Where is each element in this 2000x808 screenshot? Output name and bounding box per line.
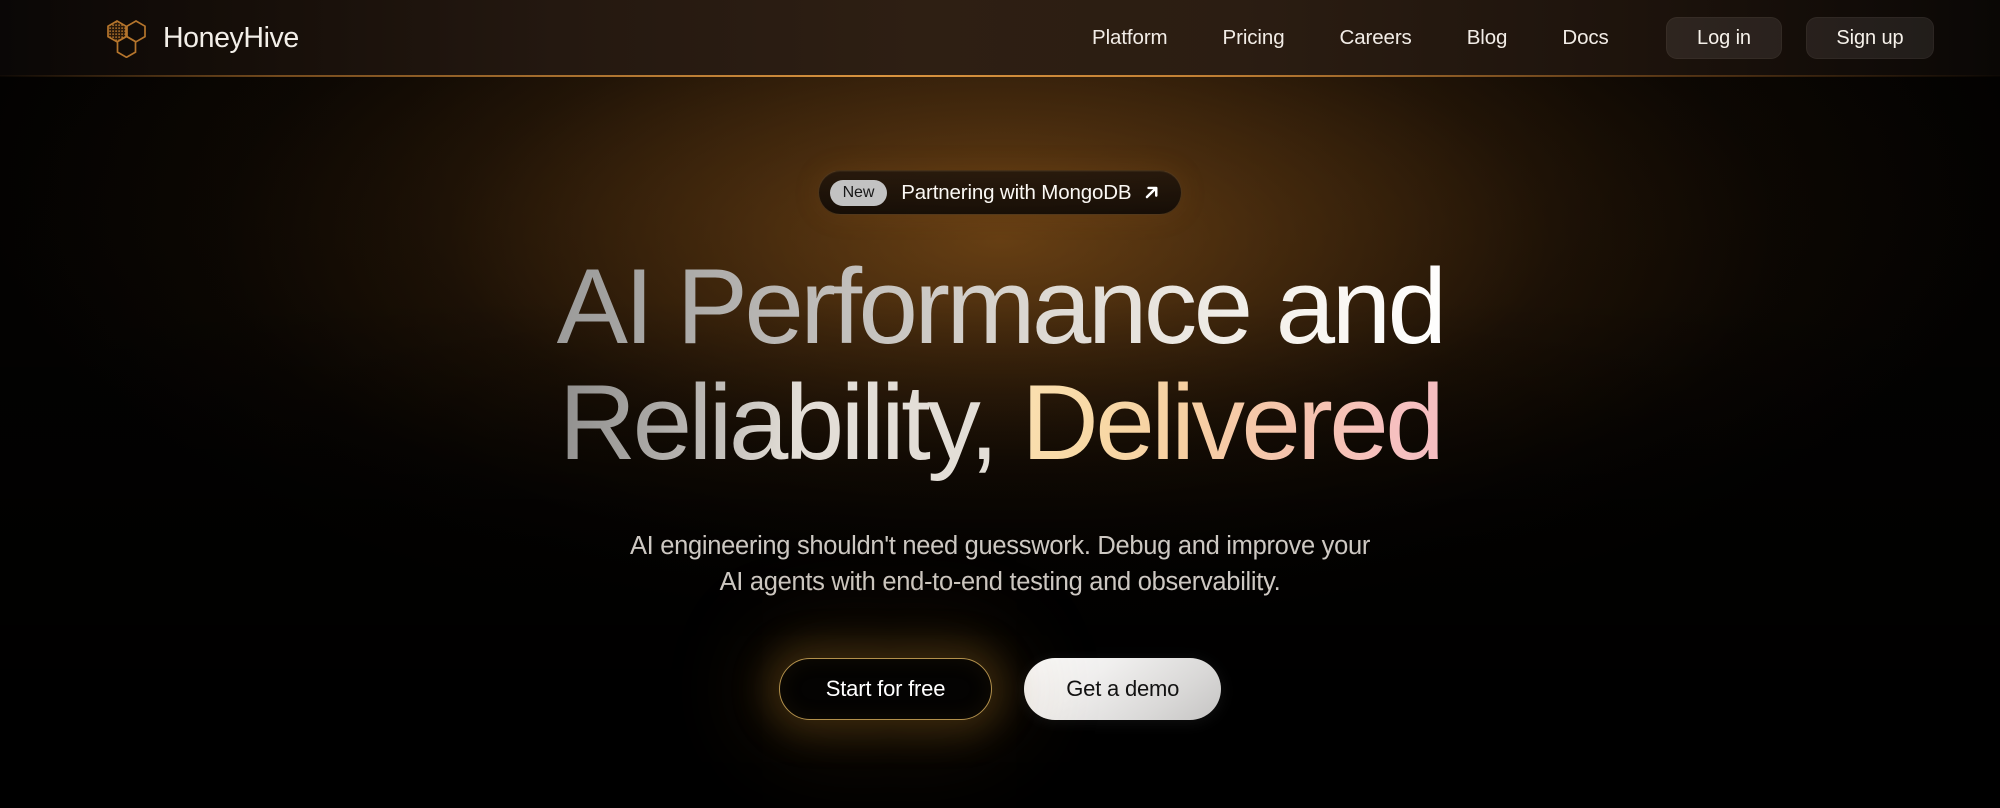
nav-item-docs[interactable]: Docs [1562, 26, 1608, 50]
nav-item-platform[interactable]: Platform [1092, 26, 1168, 50]
signup-button[interactable]: Sign up [1806, 17, 1934, 59]
login-button[interactable]: Log in [1666, 17, 1782, 59]
announcement-badge[interactable]: New Partnering with MongoDB [817, 170, 1183, 215]
badge-new-pill: New [829, 179, 888, 206]
arrow-up-right-icon [1146, 186, 1158, 199]
nav-item-blog[interactable]: Blog [1467, 26, 1508, 50]
start-for-free-button[interactable]: Start for free [778, 657, 993, 720]
headline-line-2-plain: Reliability, [558, 361, 999, 482]
brand-logo[interactable]: HoneyHive [106, 18, 299, 58]
hero-landing-page: HoneyHive Platform Pricing Careers Blog … [0, 0, 2000, 808]
site-header: HoneyHive Platform Pricing Careers Blog … [0, 0, 2000, 76]
headline-line-2: Reliability, Delivered [557, 361, 1445, 482]
badge-label: Partnering with MongoDB [901, 180, 1132, 204]
header-divider [0, 75, 2000, 77]
brand-name: HoneyHive [163, 21, 299, 54]
nav-item-careers[interactable]: Careers [1340, 26, 1412, 50]
hero-section: New Partnering with MongoDB AI Performan… [0, 76, 2000, 808]
auth-actions: Log in Sign up [1666, 17, 1934, 59]
primary-navigation: Platform Pricing Careers Blog Docs [1092, 26, 1609, 50]
hero-subtitle: AI engineering shouldn't need guesswork.… [629, 532, 1371, 597]
hero-cta-group: Start for free Get a demo [778, 657, 1222, 720]
nav-item-pricing[interactable]: Pricing [1223, 26, 1285, 50]
headline-line-2-accent: Delivered [1021, 361, 1445, 482]
honeycomb-icon [107, 20, 146, 58]
hero-headline: AI Performance and Reliability, Delivere… [556, 246, 1447, 482]
headline-line-1: AI Performance and [556, 246, 1447, 366]
get-a-demo-button[interactable]: Get a demo [1024, 657, 1222, 720]
